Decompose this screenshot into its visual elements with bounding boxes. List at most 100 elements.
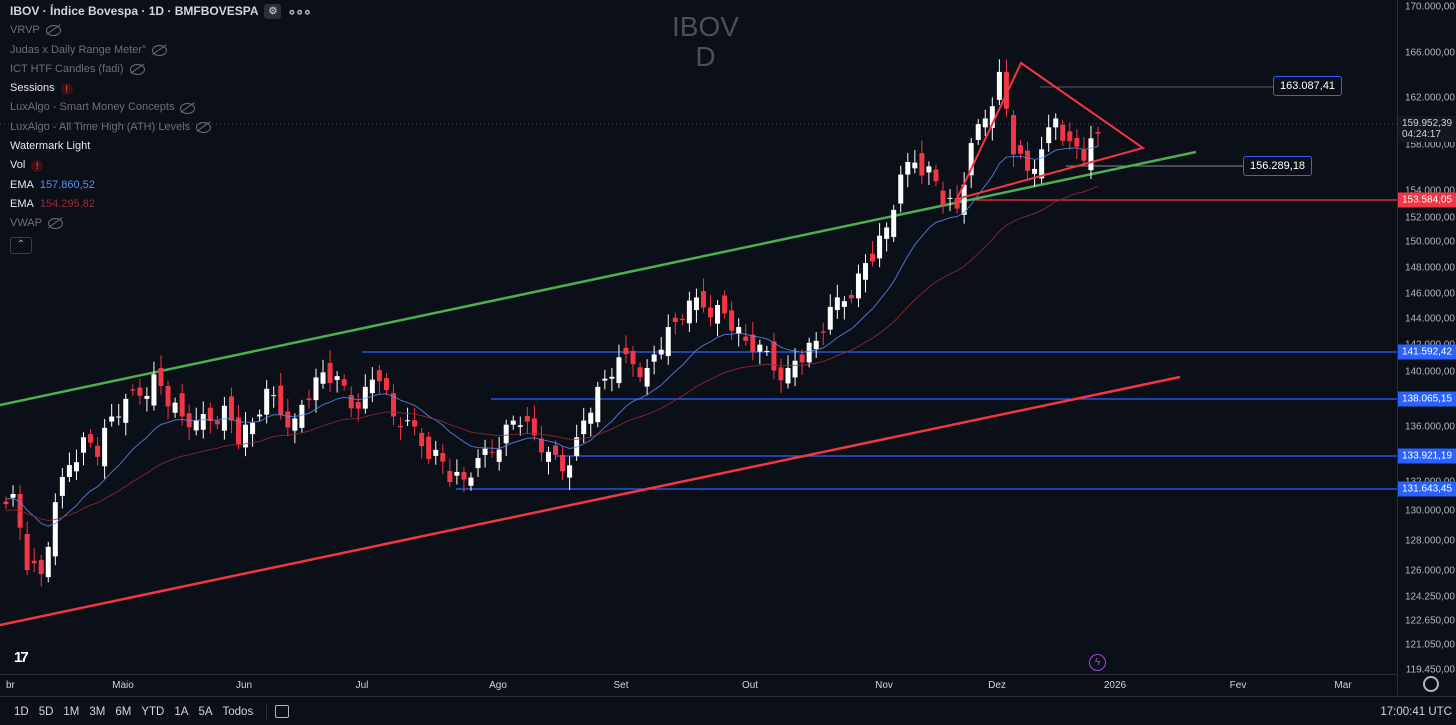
indicator-row[interactable]: LuxAlgo - All Time High (ATH) Levels	[10, 118, 311, 137]
indicator-row[interactable]: Sessions!	[10, 79, 311, 98]
candle-body	[884, 227, 890, 239]
indicator-row[interactable]: VWAP	[10, 214, 311, 233]
candle-body	[848, 294, 854, 299]
candle-body	[257, 414, 263, 417]
chevron-up-icon[interactable]: ⌃	[10, 236, 32, 254]
time-tick: Mar	[1334, 680, 1352, 691]
candle-body	[158, 367, 164, 386]
range-button[interactable]: 5D	[34, 706, 59, 718]
range-button[interactable]: 6M	[110, 706, 136, 718]
time-axis[interactable]: br Maio Jun Jul Ago Set Out Nov Dez 2026 Fev Mar	[0, 674, 1397, 696]
eye-hidden-icon[interactable]	[48, 218, 63, 230]
candle-body	[630, 350, 636, 365]
eye-hidden-icon[interactable]	[45, 25, 61, 37]
candle-body	[841, 301, 847, 307]
candle-body	[313, 377, 319, 401]
indicator-row[interactable]: LuxAlgo - Smart Money Concepts	[10, 98, 311, 117]
warning-icon[interactable]: !	[60, 82, 73, 95]
price-tick: 126.000,00	[1404, 565, 1455, 577]
time-tick: Jun	[235, 680, 253, 691]
candle-body	[426, 436, 432, 460]
indicator-name: ICT HTF Candles (fadi)	[10, 62, 124, 75]
range-button[interactable]: 3M	[84, 706, 110, 718]
candle-body	[531, 418, 537, 436]
eye-hidden-icon[interactable]	[129, 64, 145, 76]
candle-body	[109, 416, 115, 422]
candle-body	[482, 448, 488, 455]
price-tick: 124.250,00	[1404, 591, 1455, 603]
price-tick: 140.000,00	[1404, 366, 1455, 378]
candle-body	[834, 297, 840, 311]
watermark-symbol: IBOV	[672, 11, 739, 42]
candle-body	[743, 336, 749, 341]
candle-body	[975, 124, 981, 140]
eye-hidden-icon[interactable]	[196, 121, 212, 133]
candle-body	[489, 451, 495, 453]
symbol-title-row: IBOV · Índice Bovespa · 1D · BMFBOVESPA …	[10, 2, 312, 21]
indicator-row[interactable]: EMA 157.860,52	[10, 176, 311, 195]
time-tick: 2026	[1103, 680, 1127, 691]
indicator-row[interactable]: Watermark Light	[10, 137, 311, 156]
candle-body	[1095, 132, 1101, 134]
range-button[interactable]: 5A	[193, 706, 217, 718]
time-tick: Nov	[875, 680, 893, 691]
tradingview-logo-icon[interactable]: 17	[14, 649, 29, 666]
candle-body	[1060, 124, 1066, 141]
eye-hidden-icon[interactable]	[152, 44, 168, 56]
candle-body	[95, 445, 101, 457]
candle-body	[686, 300, 692, 324]
level-price-label: 133.921,19	[1398, 448, 1456, 464]
candle-body	[454, 471, 460, 476]
price-label-top[interactable]: 163.087,41	[1273, 76, 1343, 96]
indicator-row[interactable]: EMA 154.295,82	[10, 195, 311, 214]
candle-body	[250, 422, 256, 435]
candle-body	[651, 354, 657, 362]
range-button[interactable]: YTD	[136, 706, 169, 718]
eye-hidden-icon[interactable]	[180, 102, 196, 114]
candle-body	[757, 344, 763, 352]
candle-body	[447, 470, 453, 483]
date-range-calendar-icon[interactable]	[275, 705, 290, 718]
candle-body	[130, 389, 136, 391]
price-axis[interactable]: 170.000,00 166.000,00 162.000,00 158.000,00…	[1397, 0, 1456, 695]
warning-icon[interactable]: !	[31, 160, 44, 173]
candle-body	[982, 118, 988, 128]
candle-body	[595, 386, 601, 423]
candle-body	[10, 493, 16, 498]
candle-body	[940, 190, 946, 205]
candle-body	[341, 379, 347, 386]
candle-body	[292, 418, 298, 431]
candle-body	[588, 412, 594, 424]
level-price-label: 141.592,42	[1398, 344, 1456, 360]
candle-body	[679, 318, 685, 321]
candle-body	[383, 378, 389, 391]
indicator-row[interactable]: Vol!	[10, 156, 311, 175]
more-dots-icon[interactable]: ∘∘∘	[287, 2, 311, 21]
utc-clock[interactable]: 17:00:41 UTC	[1380, 706, 1452, 718]
range-button[interactable]: 1A	[169, 706, 193, 718]
candle-body	[24, 533, 30, 571]
indicator-name: VRVP	[10, 24, 40, 37]
price-label-mid[interactable]: 156.289,18	[1243, 156, 1313, 176]
lightning-icon[interactable]: ϟ	[1089, 654, 1106, 671]
indicator-row[interactable]: ICT HTF Candles (fadi)	[10, 60, 311, 79]
candle-body	[785, 367, 791, 384]
candle-body	[440, 453, 446, 462]
price-tick: 130.000,00	[1404, 505, 1455, 517]
candle-body	[813, 340, 819, 350]
candle-body	[799, 354, 805, 363]
range-button[interactable]: Todos	[218, 706, 259, 718]
indicator-row[interactable]: Judas x Daily Range Meter°	[10, 41, 311, 60]
range-button[interactable]: 1M	[58, 706, 84, 718]
symbol-title[interactable]: IBOV · Índice Bovespa · 1D · BMFBOVESPA	[10, 2, 258, 21]
settings-icon[interactable]: ⚙	[264, 4, 282, 20]
candle-body	[31, 560, 37, 564]
candle-body	[165, 385, 171, 407]
axis-settings-icon[interactable]	[1423, 676, 1439, 692]
candle-body	[1039, 149, 1045, 179]
candle-body	[137, 387, 143, 396]
candle-body	[1032, 168, 1038, 174]
indicator-row[interactable]: VRVP	[10, 21, 311, 40]
range-button[interactable]: 1D	[9, 706, 34, 718]
candle-body	[729, 310, 735, 331]
